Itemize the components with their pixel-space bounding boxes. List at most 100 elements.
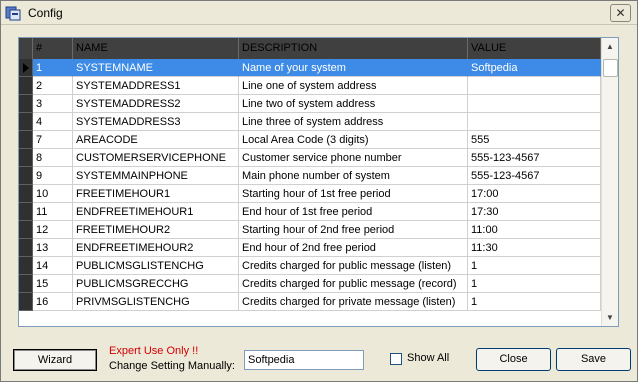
cell-name[interactable]: CUSTOMERSERVICEPHONE [73,149,239,167]
table-row[interactable]: 3 SYSTEMADDRESS2 Line two of system addr… [19,95,601,113]
cell-name[interactable]: SYSTEMNAME [73,59,239,77]
cell-name[interactable]: SYSTEMADDRESS2 [73,95,239,113]
cell-id[interactable]: 14 [33,257,73,275]
cell-name[interactable]: SYSTEMADDRESS3 [73,113,239,131]
row-indicator[interactable] [19,149,33,167]
cell-id[interactable]: 7 [33,131,73,149]
wizard-button[interactable]: Wizard [13,349,97,371]
table-row[interactable]: 14 PUBLICMSGLISTENCHG Credits charged fo… [19,257,601,275]
table-row[interactable]: 15 PUBLICMSGRECCHG Credits charged for p… [19,275,601,293]
column-header-id[interactable]: # [33,38,73,59]
row-indicator[interactable] [19,167,33,185]
show-all-label[interactable]: Show All [407,352,449,364]
cell-value[interactable]: 1 [468,275,601,293]
cell-name[interactable]: ENDFREETIMEHOUR2 [73,239,239,257]
cell-description[interactable]: Line three of system address [239,113,468,131]
cell-value[interactable]: 17:00 [468,185,601,203]
table-row[interactable]: 16 PRIVMSGLISTENCHG Credits charged for … [19,293,601,311]
table-row[interactable]: 2 SYSTEMADDRESS1 Line one of system addr… [19,77,601,95]
table-row[interactable]: 8 CUSTOMERSERVICEPHONE Customer service … [19,149,601,167]
cell-value[interactable]: Softpedia [468,59,601,77]
row-indicator[interactable] [19,77,33,95]
setting-input[interactable]: Softpedia [244,350,364,370]
cell-description[interactable]: End hour of 1st free period [239,203,468,221]
table-row[interactable]: 4 SYSTEMADDRESS3 Line three of system ad… [19,113,601,131]
cell-value[interactable]: 555 [468,131,601,149]
row-indicator[interactable] [19,239,33,257]
cell-value[interactable]: 11:00 [468,221,601,239]
cell-id[interactable]: 15 [33,275,73,293]
row-indicator[interactable] [19,203,33,221]
cell-description[interactable]: Starting hour of 2nd free period [239,221,468,239]
row-indicator[interactable] [19,59,33,77]
cell-name[interactable]: AREACODE [73,131,239,149]
table-row[interactable]: 11 ENDFREETIMEHOUR1 End hour of 1st free… [19,203,601,221]
cell-description[interactable]: Line one of system address [239,77,468,95]
cell-id[interactable]: 9 [33,167,73,185]
row-indicator[interactable] [19,221,33,239]
table-row[interactable]: 12 FREETIMEHOUR2 Starting hour of 2nd fr… [19,221,601,239]
cell-name[interactable]: FREETIMEHOUR2 [73,221,239,239]
cell-value[interactable] [468,113,601,131]
cell-id[interactable]: 10 [33,185,73,203]
scroll-down-arrow-icon[interactable]: ▼ [602,309,618,326]
cell-description[interactable]: Name of your system [239,59,468,77]
cell-value[interactable]: 555-123-4567 [468,149,601,167]
cell-name[interactable]: ENDFREETIMEHOUR1 [73,203,239,221]
row-indicator[interactable] [19,113,33,131]
cell-description[interactable]: Line two of system address [239,95,468,113]
cell-value[interactable]: 1 [468,293,601,311]
scroll-thumb[interactable] [603,59,618,77]
cell-name[interactable]: SYSTEMMAINPHONE [73,167,239,185]
row-indicator[interactable] [19,293,33,311]
column-header-value[interactable]: VALUE [468,38,601,59]
cell-description[interactable]: Local Area Code (3 digits) [239,131,468,149]
cell-id[interactable]: 4 [33,113,73,131]
table-row[interactable]: 7 AREACODE Local Area Code (3 digits) 55… [19,131,601,149]
cell-name[interactable]: PUBLICMSGRECCHG [73,275,239,293]
cell-description[interactable]: Credits charged for private message (lis… [239,293,468,311]
cell-name[interactable]: FREETIMEHOUR1 [73,185,239,203]
cell-id[interactable]: 11 [33,203,73,221]
cell-description[interactable]: Starting hour of 1st free period [239,185,468,203]
cell-name[interactable]: SYSTEMADDRESS1 [73,77,239,95]
row-indicator[interactable] [19,95,33,113]
cell-value[interactable]: 17:30 [468,203,601,221]
cell-id[interactable]: 8 [33,149,73,167]
cell-description[interactable]: Credits charged for public message (list… [239,257,468,275]
cell-description[interactable]: Credits charged for public message (reco… [239,275,468,293]
cell-name[interactable]: PUBLICMSGLISTENCHG [73,257,239,275]
cell-id[interactable]: 16 [33,293,73,311]
window-close-button[interactable]: ✕ [610,4,631,22]
table-row[interactable]: 13 ENDFREETIMEHOUR2 End hour of 2nd free… [19,239,601,257]
column-header-description[interactable]: DESCRIPTION [239,38,468,59]
row-indicator[interactable] [19,275,33,293]
row-indicator[interactable] [19,131,33,149]
cell-value[interactable]: 1 [468,257,601,275]
cell-name[interactable]: PRIVMSGLISTENCHG [73,293,239,311]
table-row[interactable]: 1 SYSTEMNAME Name of your system Softped… [19,59,601,77]
vertical-scrollbar[interactable]: ▲ ▼ [601,38,618,326]
cell-id[interactable]: 3 [33,95,73,113]
cell-value[interactable]: 11:30 [468,239,601,257]
close-button[interactable]: Close [476,348,551,371]
cell-id[interactable]: 2 [33,77,73,95]
cell-value[interactable]: 555-123-4567 [468,167,601,185]
cell-id[interactable]: 1 [33,59,73,77]
config-window: Config ✕ # NAME DESCRIPTION VALUE 1 SYST… [0,0,638,382]
cell-description[interactable]: Main phone number of system [239,167,468,185]
cell-description[interactable]: End hour of 2nd free period [239,239,468,257]
cell-id[interactable]: 12 [33,221,73,239]
cell-value[interactable] [468,77,601,95]
cell-description[interactable]: Customer service phone number [239,149,468,167]
scroll-up-arrow-icon[interactable]: ▲ [602,38,618,55]
table-row[interactable]: 9 SYSTEMMAINPHONE Main phone number of s… [19,167,601,185]
cell-value[interactable] [468,95,601,113]
save-button[interactable]: Save [556,348,631,371]
row-indicator[interactable] [19,185,33,203]
cell-id[interactable]: 13 [33,239,73,257]
column-header-name[interactable]: NAME [73,38,239,59]
row-indicator[interactable] [19,257,33,275]
show-all-checkbox[interactable] [390,353,402,365]
table-row[interactable]: 10 FREETIMEHOUR1 Starting hour of 1st fr… [19,185,601,203]
